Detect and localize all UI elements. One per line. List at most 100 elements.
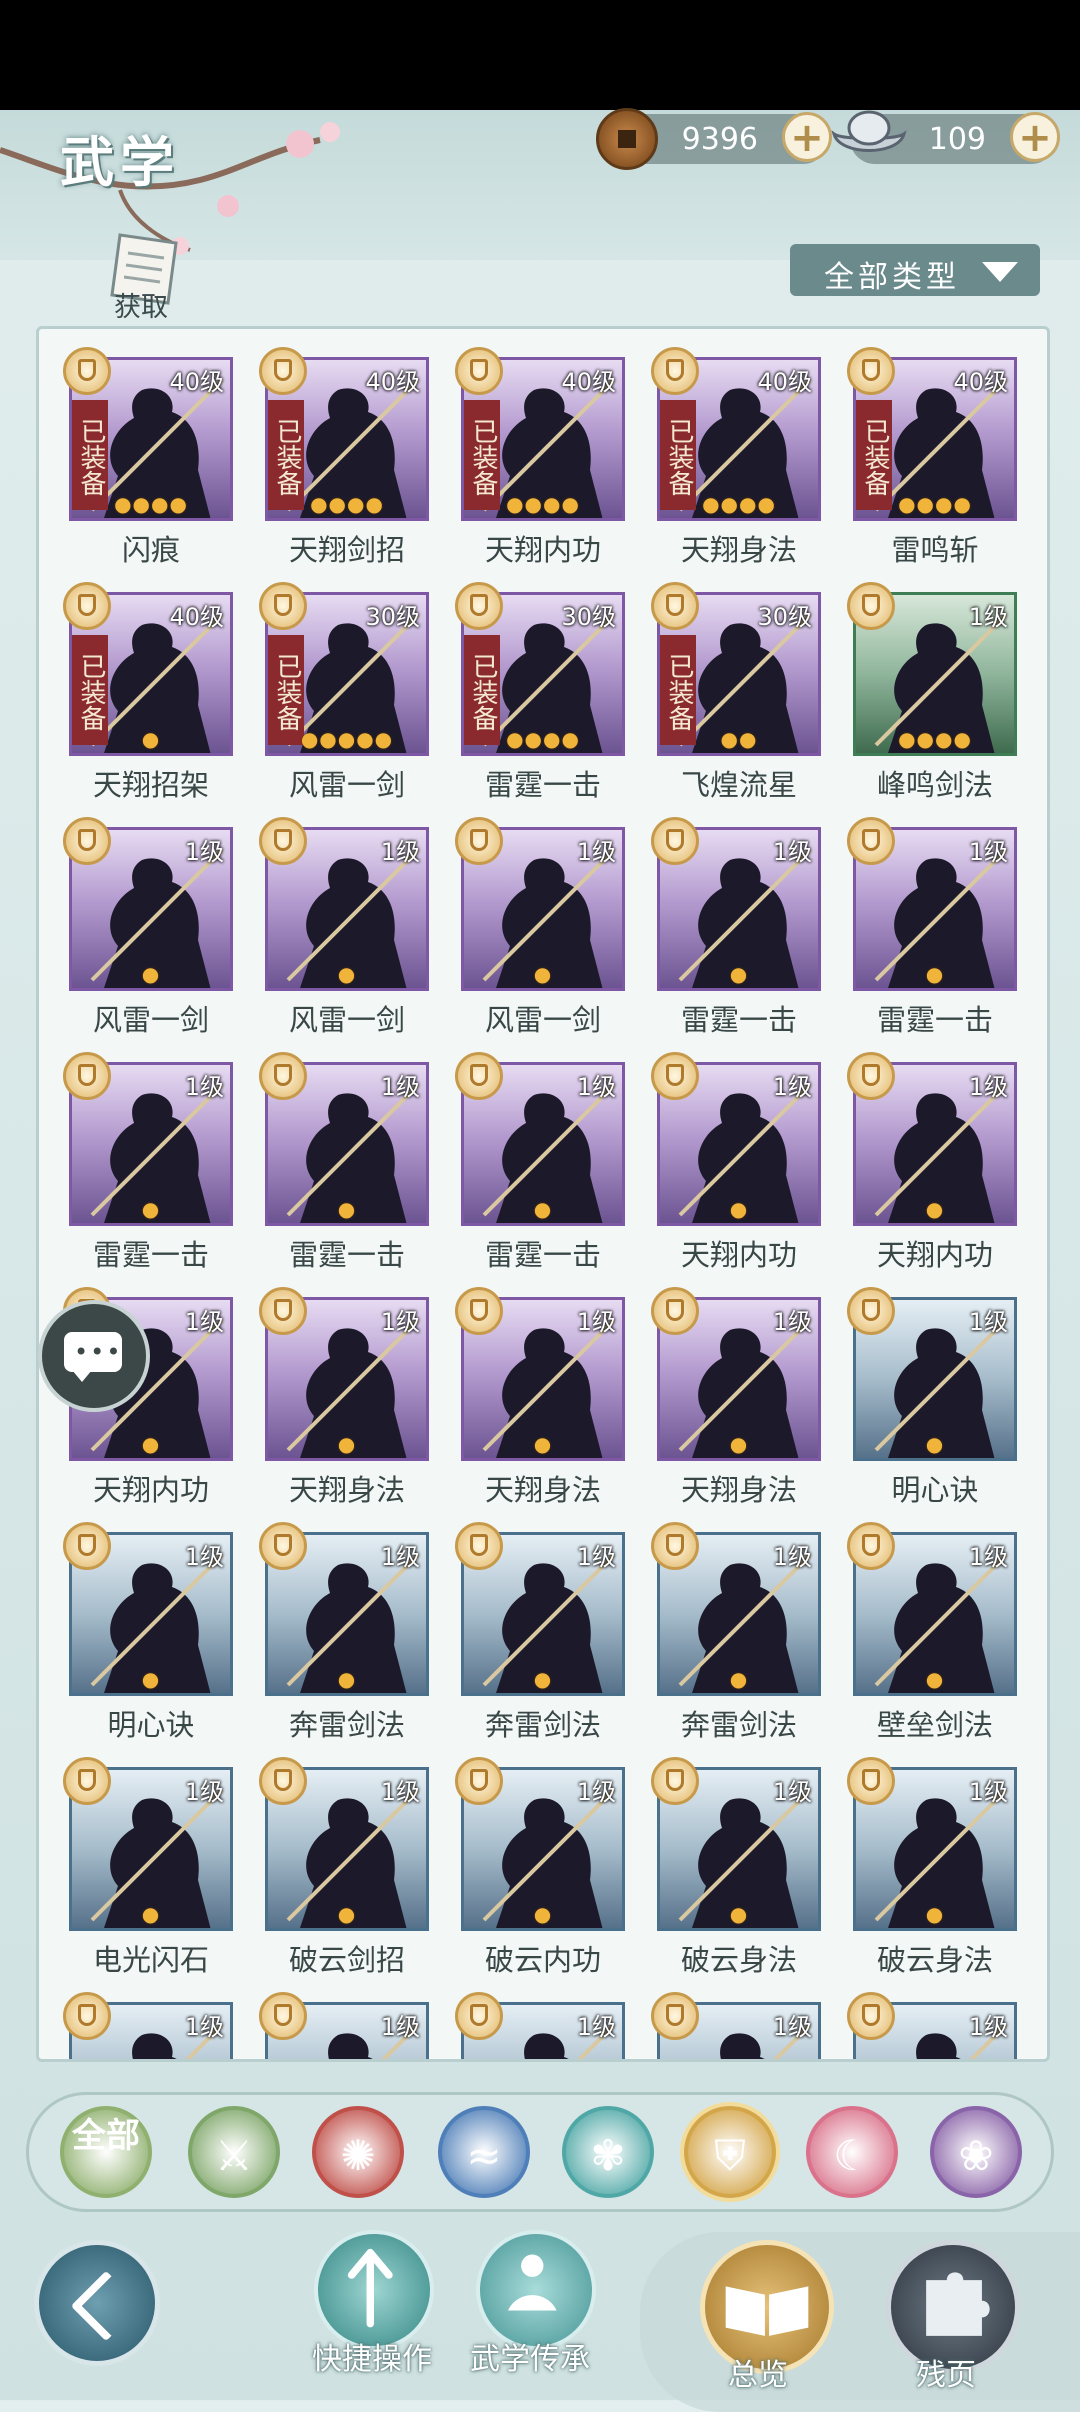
skill-level: 1级 [380,1778,420,1806]
skill-card[interactable]: 1级 ● 天翔身法 [259,1287,429,1507]
skill-type-badge-icon [455,582,503,630]
skill-card[interactable]: 40级 已装备 ● 天翔招架 [63,582,233,802]
skill-card[interactable]: 1级 ● 奔雷剑法 [259,1522,429,1742]
skill-level: 1级 [380,2013,420,2041]
skill-level: 1级 [380,838,420,866]
skill-type-badge-icon [63,1052,111,1100]
skill-card[interactable]: 1级 ● 雷霆一击 [63,1052,233,1272]
skill-card[interactable]: 1级 ● 风雷一剑 [63,817,233,1037]
skill-card[interactable]: 30级 已装备 ●●●● 雷霆一击 [455,582,625,802]
skill-level: 1级 [184,1778,224,1806]
skill-card[interactable]: 40级 已装备 ●●●● 天翔内功 [455,347,625,567]
quick-ops-label[interactable]: 快捷操作 [312,2334,432,2378]
skill-card[interactable]: 1级 ● 电光闪石 [63,1757,233,1977]
skill-level: 40级 [561,368,616,396]
silver-value: 109 [928,122,986,157]
type-filter-dropdown[interactable]: 全部类型 [790,244,1040,296]
skill-card[interactable]: 1级 ● 风雷一剑 [259,817,429,1037]
skill-card[interactable]: 1级 ● 明心诀 [847,1287,1017,1507]
skill-card[interactable]: 1级 ● 天翔内功 [847,1052,1017,1272]
skill-card[interactable]: 40级 已装备 ●●●● 天翔身法 [651,347,821,567]
skill-card[interactable]: 1级 ● 奔雷剑法 [455,1522,625,1742]
skill-card[interactable]: 1级 ● 破云身法 [651,1757,821,1977]
skill-card[interactable]: 1级 ● 雷霆一击 [847,817,1017,1037]
category-wave-button[interactable]: ≈ [438,2106,530,2198]
skill-level: 1级 [772,1073,812,1101]
back-button[interactable] [34,2240,160,2366]
fragments-label[interactable]: 残页 [916,2350,976,2394]
quick-ops-button[interactable] [314,2230,434,2350]
skill-stars: ●●●● [114,492,188,516]
skill-card[interactable]: 1级 [259,1992,429,2059]
skill-card[interactable]: 40级 已装备 ●●●● 雷鸣斩 [847,347,1017,567]
category-sword-button[interactable]: ⚔ [188,2106,280,2198]
skill-card[interactable]: 1级 ● 雷霆一击 [455,1052,625,1272]
skill-card[interactable]: 1级 ● 天翔内功 [651,1052,821,1272]
skill-card[interactable]: 1级 [651,1992,821,2059]
skill-card[interactable]: 1级 ● 雷霆一击 [651,817,821,1037]
category-butterfly-button[interactable]: ✾ [562,2106,654,2198]
category-all-button[interactable]: 全部 [60,2106,152,2198]
skill-card[interactable]: 1级 ● 破云剑招 [259,1757,429,1977]
skill-card[interactable]: 1级 ● 雷霆一击 [259,1052,429,1272]
skill-name: 风雷一剑 [92,1003,209,1037]
skill-type-badge-icon [847,1287,895,1335]
skill-card[interactable]: 1级 ● 风雷一剑 [455,817,625,1037]
skill-type-badge-icon [651,1757,699,1805]
skill-list-panel[interactable]: 40级 已装备 ●●●● 闪痕 40级 已装备 ●●●● 天翔剑招 40级 已装备 ●●●● 天翔内功… [36,326,1050,2062]
chevron-down-icon [982,262,1018,282]
add-silver-button[interactable]: + [1010,112,1060,162]
skill-name: 破云身法 [876,1943,993,1977]
overview-label[interactable]: 总览 [728,2350,788,2394]
skill-level: 40级 [169,603,224,631]
skill-card[interactable]: 1级 [847,1992,1017,2059]
skill-card[interactable]: 1级 [63,1992,233,2059]
copper-currency: 9396 + [596,108,832,170]
skill-card[interactable]: 1级 ● 明心诀 [63,1522,233,1742]
skill-card[interactable]: 1级 ●●●● 峰鸣剑法 [847,582,1017,802]
skill-name: 闪痕 [121,533,180,567]
skill-stars: ● [925,1667,945,1691]
skill-stars: ●●●● [310,492,384,516]
skill-stars: ●●●● [506,492,580,516]
skill-level: 40级 [169,368,224,396]
skill-card[interactable]: 1级 ● 破云内功 [455,1757,625,1977]
skill-type-badge-icon [847,1757,895,1805]
skill-card[interactable]: 1级 ● 天翔身法 [651,1287,821,1507]
skill-type-badge-icon [651,1522,699,1570]
page-title: 武学 [60,130,180,194]
add-copper-button[interactable]: + [782,112,832,162]
inherit-button[interactable] [476,2230,596,2350]
skill-card[interactable]: 40级 已装备 ●●●● 闪痕 [63,347,233,567]
acquire-label[interactable]: 获取 [114,285,168,324]
skill-card[interactable]: 1级 [455,1992,625,2059]
skill-type-badge-icon [259,1522,307,1570]
skill-level: 1级 [772,1543,812,1571]
skill-card[interactable]: 1级 ● 壁垒剑法 [847,1522,1017,1742]
skill-stars: ● [925,1902,945,1926]
skill-card[interactable]: 1级 ● 破云身法 [847,1757,1017,1977]
skill-card[interactable]: 30级 已装备 ●● 飞煌流星 [651,582,821,802]
inherit-label[interactable]: 武学传承 [470,2334,590,2378]
skill-level: 1级 [184,2013,224,2041]
skill-name: 天翔内功 [484,533,601,567]
category-shield-button[interactable]: ⛨ [684,2106,776,2198]
skill-stars: ● [141,1667,161,1691]
moon-category-icon: ☾ [833,2131,871,2180]
category-rose-button[interactable]: ❀ [930,2106,1022,2198]
skill-card[interactable]: 1级 ● 天翔身法 [455,1287,625,1507]
category-moon-button[interactable]: ☾ [806,2106,898,2198]
skill-type-badge-icon [847,347,895,395]
skill-card[interactable]: 30级 已装备 ●●●●● 风雷一剑 [259,582,429,802]
skill-type-badge-icon [63,1992,111,2040]
skill-name: 天翔招架 [92,768,209,802]
skill-stars: ● [533,1667,553,1691]
skill-level: 1级 [968,2013,1008,2041]
skill-level: 40级 [757,368,812,396]
skill-card[interactable]: 40级 已装备 ●●●● 天翔剑招 [259,347,429,567]
skill-card[interactable]: 1级 ● 奔雷剑法 [651,1522,821,1742]
chat-button[interactable]: ••• [38,1300,150,1412]
skill-stars: ● [729,1667,749,1691]
skill-type-badge-icon [455,1757,503,1805]
category-fire-button[interactable]: ✺ [312,2106,404,2198]
